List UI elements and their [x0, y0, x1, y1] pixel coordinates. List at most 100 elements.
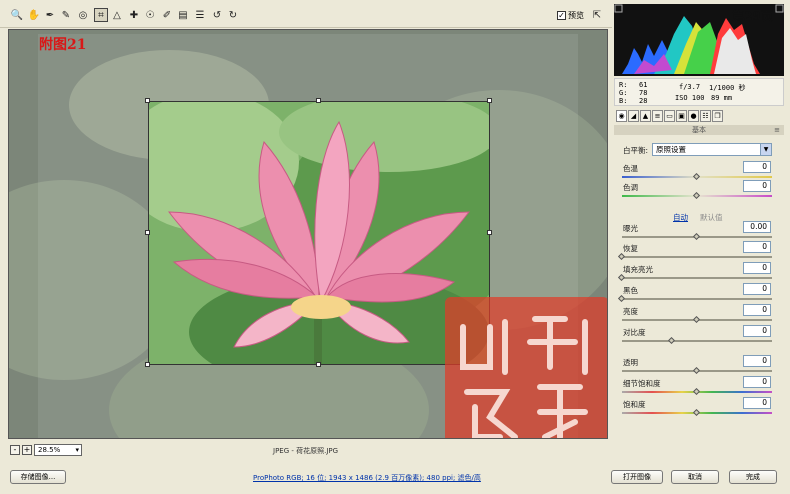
zoom-tool-icon[interactable]: 🔍 [10, 8, 24, 22]
chevron-down-icon: ▾ [75, 446, 79, 454]
slider-value-input[interactable]: 0 [743, 355, 771, 367]
snapshots-tab-icon[interactable]: ❐ [712, 110, 723, 122]
hsl-tab-icon[interactable]: ≡ [652, 110, 663, 122]
slider-label: 色温 [623, 164, 638, 173]
seal-glyphs [460, 316, 588, 438]
straighten-tool-icon[interactable]: △ [110, 8, 124, 22]
fullscreen-icon[interactable]: ⇱ [590, 8, 604, 22]
zoom-level-select[interactable]: 28.5% ▾ [34, 444, 82, 456]
done-button[interactable]: 完成 [729, 470, 777, 484]
rotate-ccw-icon[interactable]: ↺ [210, 8, 224, 22]
slider-value-input[interactable]: 0 [743, 180, 771, 192]
hand-tool-icon[interactable]: ✋ [27, 8, 41, 22]
crop-handle[interactable] [487, 98, 492, 103]
image-canvas[interactable]: 附图21 [8, 29, 608, 439]
panel-menu-icon[interactable]: ≡ [774, 125, 780, 135]
cancel-button[interactable]: 取消 [671, 470, 719, 484]
slider-value-input[interactable]: 0.00 [743, 221, 771, 233]
slider-label: 填充亮光 [623, 265, 653, 274]
aperture: f/3.7 [679, 83, 701, 91]
tone-curve-tab-icon[interactable]: ◢ [628, 110, 639, 122]
slider-value-input[interactable]: 0 [743, 283, 771, 295]
slider-label: 透明 [623, 358, 638, 367]
crop-box[interactable] [148, 101, 490, 365]
focal-length: 89 mm [711, 94, 733, 102]
split-tone-tab-icon[interactable]: ▭ [664, 110, 675, 122]
histogram: 第29页 [614, 4, 784, 76]
zoom-level-value: 28.5% [38, 446, 61, 454]
slider-label: 黑色 [623, 286, 638, 295]
preferences-icon[interactable]: ▤ [176, 8, 190, 22]
g-value: 78 [639, 89, 648, 97]
slider-label: 恢复 [623, 244, 638, 253]
b-label: B: [619, 97, 628, 105]
panel-title: 基本 ≡ [614, 125, 784, 135]
slider-label: 色调 [623, 183, 638, 192]
crop-handle[interactable] [487, 230, 492, 235]
crop-handle[interactable] [316, 362, 321, 367]
crop-tool-icon[interactable]: ⌗ [94, 8, 108, 22]
lotus-photo [149, 102, 489, 364]
file-name: JPEG - 荷花原照.JPG [273, 447, 339, 455]
workflow-options-link[interactable]: ProPhoto RGB; 16 位; 1943 x 1486 (2.9 百万像… [253, 473, 481, 483]
preview-label: 预览 [568, 11, 584, 20]
slider-label: 曝光 [623, 224, 638, 233]
adjustment-brush-icon[interactable]: ✐ [160, 8, 174, 22]
shadow-clipping-toggle [614, 4, 623, 13]
r-value: 61 [639, 81, 648, 89]
iso: ISO 100 [675, 94, 705, 102]
crop-handle[interactable] [145, 230, 150, 235]
panel-tabs: ◉ ◢ ▲ ≡ ▭ ▣ ● ☷ ❐ [614, 110, 784, 124]
rotate-cw-icon[interactable]: ↻ [226, 8, 240, 22]
slider-value-input[interactable]: 0 [743, 304, 771, 316]
crop-handle[interactable] [145, 362, 150, 367]
slider-value-input[interactable]: 0 [743, 376, 771, 388]
chevron-down-icon: ▼ [760, 144, 771, 155]
camera-calibration-tab-icon[interactable]: ● [688, 110, 699, 122]
slider-value-input[interactable]: 0 [743, 161, 771, 173]
list-icon[interactable]: ☰ [193, 8, 207, 22]
open-image-button[interactable]: 打开图像 [611, 470, 663, 484]
target-adjust-icon[interactable]: ◎ [76, 8, 90, 22]
slider-value-input[interactable]: 0 [743, 397, 771, 409]
g-label: G: [619, 89, 628, 97]
panel-title-text: 基本 [692, 126, 706, 134]
slider-value-input[interactable]: 0 [743, 325, 771, 337]
color-sampler-tool-icon[interactable]: ✎ [59, 8, 73, 22]
page-number-label: 第29页 [732, 9, 773, 23]
slider-value-input[interactable]: 0 [743, 262, 771, 274]
slider-label: 饱和度 [623, 400, 646, 409]
white-balance-tool-icon[interactable]: ✒ [43, 8, 57, 22]
zoom-in-button[interactable]: + [22, 445, 32, 455]
preview-checkbox[interactable]: ✓ [557, 11, 566, 20]
highlight-clipping-toggle [775, 4, 784, 13]
zoom-bar: - + 28.5% ▾ JPEG - 荷花原照.JPG [8, 442, 608, 458]
slider-track[interactable] [622, 277, 772, 279]
preview-toggle[interactable]: ✓ 预览 [557, 10, 584, 21]
auto-link[interactable]: 自动 [673, 212, 688, 223]
shutter-speed: 1/1000 秒 [709, 84, 746, 92]
white-balance-label: 白平衡: [623, 146, 649, 155]
save-image-button[interactable]: 存储图像... [10, 470, 66, 484]
zoom-out-button[interactable]: - [10, 445, 20, 455]
crop-handle[interactable] [145, 98, 150, 103]
figure-label: 附图21 [39, 37, 87, 53]
crop-handle[interactable] [316, 98, 321, 103]
presets-tab-icon[interactable]: ☷ [700, 110, 711, 122]
slider-value-input[interactable]: 0 [743, 241, 771, 253]
slider-label: 亮度 [623, 307, 638, 316]
b-value: 28 [639, 97, 648, 105]
spot-removal-icon[interactable]: ✚ [127, 8, 141, 22]
watermark-seal [445, 297, 607, 438]
basic-tab-icon[interactable]: ◉ [616, 110, 627, 122]
slider-label: 细节饱和度 [623, 379, 661, 388]
detail-tab-icon[interactable]: ▲ [640, 110, 651, 122]
white-balance-select[interactable]: 原照设置 ▼ [652, 143, 772, 156]
slider-track[interactable] [622, 256, 772, 258]
slider-track[interactable] [622, 298, 772, 300]
default-link[interactable]: 默认值 [700, 212, 723, 223]
slider-track[interactable] [622, 340, 772, 342]
white-balance-value: 原照设置 [656, 145, 686, 154]
lens-tab-icon[interactable]: ▣ [676, 110, 687, 122]
red-eye-icon[interactable]: ☉ [143, 8, 157, 22]
